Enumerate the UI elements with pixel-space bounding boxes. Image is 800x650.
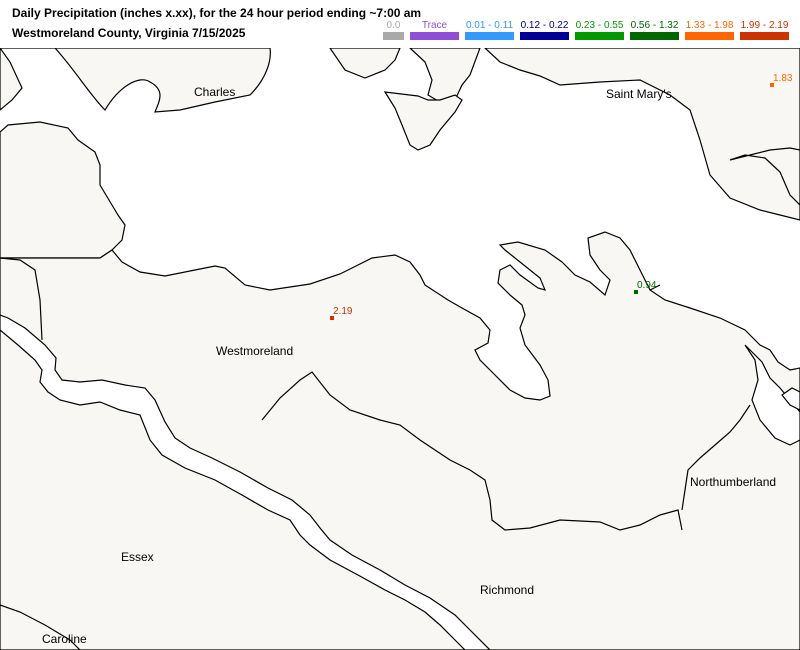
legend-item-0: 0.0 — [383, 20, 404, 40]
map-subtitle: Westmoreland County, Virginia 7/15/2025 — [12, 26, 246, 40]
county-label-westmoreland: Westmoreland — [216, 344, 294, 358]
legend-label: 0.01 - 0.11 — [465, 20, 514, 31]
map-svg — [0, 48, 800, 650]
legend-swatch — [410, 32, 459, 40]
station-value: 0.94 — [637, 280, 657, 291]
legend-swatch — [630, 32, 679, 40]
precip-legend: 0.0 Trace 0.01 - 0.11 0.12 - 0.22 0.23 -… — [383, 20, 789, 40]
legend-item-1: Trace — [410, 20, 459, 40]
legend-label: 1.33 - 1.98 — [685, 20, 734, 31]
legend-swatch — [575, 32, 624, 40]
map-title: Daily Precipitation (inches x.xx), for t… — [12, 6, 422, 20]
map-header: Daily Precipitation (inches x.xx), for t… — [0, 0, 800, 48]
legend-label: 0.12 - 0.22 — [520, 20, 569, 31]
legend-swatch — [465, 32, 514, 40]
legend-swatch — [383, 32, 404, 40]
map-canvas: Charles Saint Mary's Westmoreland Northu… — [0, 48, 800, 650]
legend-label: Trace — [421, 20, 448, 31]
legend-item-4: 0.23 - 0.55 — [575, 20, 624, 40]
county-label-essex: Essex — [121, 550, 154, 564]
station-value: 1.83 — [773, 73, 793, 84]
legend-item-3: 0.12 - 0.22 — [520, 20, 569, 40]
legend-item-5: 0.56 - 1.32 — [630, 20, 679, 40]
legend-item-2: 0.01 - 0.11 — [465, 20, 514, 40]
legend-label: 0.0 — [386, 20, 401, 31]
county-label-saint-marys: Saint Mary's — [606, 87, 672, 101]
legend-label: 1.99 - 2.19 — [740, 20, 789, 31]
county-label-northumberland: Northumberland — [690, 475, 777, 489]
county-label-caroline: Caroline — [42, 632, 87, 646]
legend-swatch — [520, 32, 569, 40]
legend-item-7: 1.99 - 2.19 — [740, 20, 789, 40]
county-label-charles: Charles — [194, 85, 236, 99]
legend-swatch — [740, 32, 789, 40]
county-label-richmond: Richmond — [480, 583, 535, 597]
legend-item-6: 1.33 - 1.98 — [685, 20, 734, 40]
legend-label: 0.23 - 0.55 — [575, 20, 624, 31]
legend-label: 0.56 - 1.32 — [630, 20, 679, 31]
legend-swatch — [685, 32, 734, 40]
station-value: 2.19 — [333, 306, 353, 317]
